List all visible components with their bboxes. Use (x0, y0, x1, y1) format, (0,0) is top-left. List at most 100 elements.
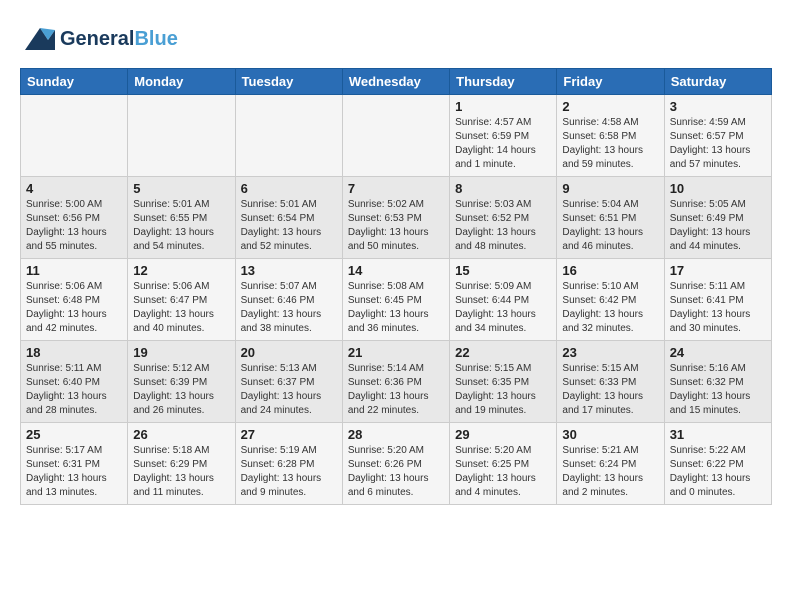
calendar-cell: 26 Sunrise: 5:18 AM Sunset: 6:29 PM Dayli… (128, 423, 235, 505)
day-info: Sunrise: 5:01 AM Sunset: 6:54 PM Dayligh… (241, 198, 337, 254)
calendar-cell: 22 Sunrise: 5:15 AM Sunset: 6:35 PM Dayli… (450, 341, 557, 423)
day-info: Sunrise: 5:11 AM Sunset: 6:41 PM Dayligh… (670, 280, 766, 336)
calendar-cell: 29Sunrise: 5:20 AM Sunset: 6:25 PM Dayli… (450, 423, 557, 505)
day-number: 30 (562, 427, 658, 442)
day-info: Sunrise: 5:19 AM Sunset: 6:28 PM Dayligh… (241, 444, 337, 500)
calendar-cell: 16Sunrise: 5:10 AM Sunset: 6:42 PM Dayli… (557, 259, 664, 341)
day-info: Sunrise: 5:05 AM Sunset: 6:49 PM Dayligh… (670, 198, 766, 254)
day-info: Sunrise: 5:09 AM Sunset: 6:44 PM Dayligh… (455, 280, 551, 336)
day-number: 20 (241, 345, 337, 360)
column-header-sunday: Sunday (21, 69, 128, 95)
day-info: Sunrise: 5:01 AM Sunset: 6:55 PM Dayligh… (133, 198, 229, 254)
day-info: Sunrise: 5:00 AM Sunset: 6:56 PM Dayligh… (26, 198, 122, 254)
day-info: Sunrise: 5:20 AM Sunset: 6:26 PM Dayligh… (348, 444, 444, 500)
day-info: Sunrise: 4:58 AM Sunset: 6:58 PM Dayligh… (562, 116, 658, 172)
column-header-saturday: Saturday (664, 69, 771, 95)
day-number: 2 (562, 99, 658, 114)
day-info: Sunrise: 4:59 AM Sunset: 6:57 PM Dayligh… (670, 116, 766, 172)
day-number: 9 (562, 181, 658, 196)
day-number: 13 (241, 263, 337, 278)
calendar-cell: 15 Sunrise: 5:09 AM Sunset: 6:44 PM Dayli… (450, 259, 557, 341)
day-number: 28 (348, 427, 444, 442)
calendar-cell: 7 Sunrise: 5:02 AM Sunset: 6:53 PM Daylig… (342, 177, 449, 259)
day-number: 17 (670, 263, 766, 278)
day-number: 23 (562, 345, 658, 360)
column-header-wednesday: Wednesday (342, 69, 449, 95)
day-info: Sunrise: 5:14 AM Sunset: 6:36 PM Dayligh… (348, 362, 444, 418)
day-info: Sunrise: 4:57 AM Sunset: 6:59 PM Dayligh… (455, 116, 551, 172)
day-info: Sunrise: 5:13 AM Sunset: 6:37 PM Dayligh… (241, 362, 337, 418)
day-number: 27 (241, 427, 337, 442)
day-number: 26 (133, 427, 229, 442)
logo: GeneralBlue (20, 20, 178, 58)
column-header-monday: Monday (128, 69, 235, 95)
calendar-cell: 11Sunrise: 5:06 AM Sunset: 6:48 PM Dayli… (21, 259, 128, 341)
column-header-thursday: Thursday (450, 69, 557, 95)
day-number: 7 (348, 181, 444, 196)
day-info: Sunrise: 5:17 AM Sunset: 6:31 PM Dayligh… (26, 444, 122, 500)
calendar-table: SundayMondayTuesdayWednesdayThursdayFrid… (20, 68, 772, 505)
day-info: Sunrise: 5:06 AM Sunset: 6:47 PM Dayligh… (133, 280, 229, 336)
day-number: 31 (670, 427, 766, 442)
day-number: 4 (26, 181, 122, 196)
day-info: Sunrise: 5:11 AM Sunset: 6:40 PM Dayligh… (26, 362, 122, 418)
calendar-cell (235, 95, 342, 177)
day-number: 25 (26, 427, 122, 442)
day-info: Sunrise: 5:10 AM Sunset: 6:42 PM Dayligh… (562, 280, 658, 336)
day-number: 22 (455, 345, 551, 360)
calendar-cell: 8Sunrise: 5:03 AM Sunset: 6:52 PM Daylig… (450, 177, 557, 259)
calendar-cell: 23 Sunrise: 5:15 AM Sunset: 6:33 PM Dayli… (557, 341, 664, 423)
calendar-cell: 2 Sunrise: 4:58 AM Sunset: 6:58 PM Daylig… (557, 95, 664, 177)
column-header-friday: Friday (557, 69, 664, 95)
day-info: Sunrise: 5:22 AM Sunset: 6:22 PM Dayligh… (670, 444, 766, 500)
day-number: 1 (455, 99, 551, 114)
day-number: 21 (348, 345, 444, 360)
day-info: Sunrise: 5:20 AM Sunset: 6:25 PM Dayligh… (455, 444, 551, 500)
calendar-cell: 27 Sunrise: 5:19 AM Sunset: 6:28 PM Dayli… (235, 423, 342, 505)
calendar-week-row: 4 Sunrise: 5:00 AM Sunset: 6:56 PM Daylig… (21, 177, 772, 259)
calendar-cell: 6 Sunrise: 5:01 AM Sunset: 6:54 PM Daylig… (235, 177, 342, 259)
day-info: Sunrise: 5:18 AM Sunset: 6:29 PM Dayligh… (133, 444, 229, 500)
day-info: Sunrise: 5:15 AM Sunset: 6:33 PM Dayligh… (562, 362, 658, 418)
calendar-cell: 5 Sunrise: 5:01 AM Sunset: 6:55 PM Daylig… (128, 177, 235, 259)
day-number: 10 (670, 181, 766, 196)
calendar-cell (342, 95, 449, 177)
calendar-cell: 30Sunrise: 5:21 AM Sunset: 6:24 PM Dayli… (557, 423, 664, 505)
logo-icon (20, 20, 58, 58)
day-number: 15 (455, 263, 551, 278)
calendar-cell: 9Sunrise: 5:04 AM Sunset: 6:51 PM Daylig… (557, 177, 664, 259)
calendar-cell (128, 95, 235, 177)
day-info: Sunrise: 5:16 AM Sunset: 6:32 PM Dayligh… (670, 362, 766, 418)
day-number: 5 (133, 181, 229, 196)
day-info: Sunrise: 5:03 AM Sunset: 6:52 PM Dayligh… (455, 198, 551, 254)
day-number: 19 (133, 345, 229, 360)
day-info: Sunrise: 5:02 AM Sunset: 6:53 PM Dayligh… (348, 198, 444, 254)
calendar-cell: 28 Sunrise: 5:20 AM Sunset: 6:26 PM Dayli… (342, 423, 449, 505)
calendar-week-row: 18 Sunrise: 5:11 AM Sunset: 6:40 PM Dayli… (21, 341, 772, 423)
calendar-cell: 20 Sunrise: 5:13 AM Sunset: 6:37 PM Dayli… (235, 341, 342, 423)
day-number: 6 (241, 181, 337, 196)
calendar-cell: 21 Sunrise: 5:14 AM Sunset: 6:36 PM Dayli… (342, 341, 449, 423)
calendar-week-row: 11Sunrise: 5:06 AM Sunset: 6:48 PM Dayli… (21, 259, 772, 341)
calendar-cell: 19Sunrise: 5:12 AM Sunset: 6:39 PM Dayli… (128, 341, 235, 423)
calendar-cell: 12Sunrise: 5:06 AM Sunset: 6:47 PM Dayli… (128, 259, 235, 341)
calendar-header-row: SundayMondayTuesdayWednesdayThursdayFrid… (21, 69, 772, 95)
day-info: Sunrise: 5:08 AM Sunset: 6:45 PM Dayligh… (348, 280, 444, 336)
day-number: 3 (670, 99, 766, 114)
calendar-cell: 24Sunrise: 5:16 AM Sunset: 6:32 PM Dayli… (664, 341, 771, 423)
calendar-week-row: 25 Sunrise: 5:17 AM Sunset: 6:31 PM Dayli… (21, 423, 772, 505)
calendar-cell: 31 Sunrise: 5:22 AM Sunset: 6:22 PM Dayli… (664, 423, 771, 505)
page-header: GeneralBlue (20, 20, 772, 58)
day-number: 11 (26, 263, 122, 278)
day-info: Sunrise: 5:07 AM Sunset: 6:46 PM Dayligh… (241, 280, 337, 336)
day-number: 14 (348, 263, 444, 278)
calendar-cell (21, 95, 128, 177)
calendar-cell: 4 Sunrise: 5:00 AM Sunset: 6:56 PM Daylig… (21, 177, 128, 259)
calendar-cell: 13 Sunrise: 5:07 AM Sunset: 6:46 PM Dayli… (235, 259, 342, 341)
calendar-cell: 25 Sunrise: 5:17 AM Sunset: 6:31 PM Dayli… (21, 423, 128, 505)
day-info: Sunrise: 5:15 AM Sunset: 6:35 PM Dayligh… (455, 362, 551, 418)
day-number: 18 (26, 345, 122, 360)
calendar-cell: 3 Sunrise: 4:59 AM Sunset: 6:57 PM Daylig… (664, 95, 771, 177)
calendar-cell: 17 Sunrise: 5:11 AM Sunset: 6:41 PM Dayli… (664, 259, 771, 341)
calendar-cell: 18 Sunrise: 5:11 AM Sunset: 6:40 PM Dayli… (21, 341, 128, 423)
